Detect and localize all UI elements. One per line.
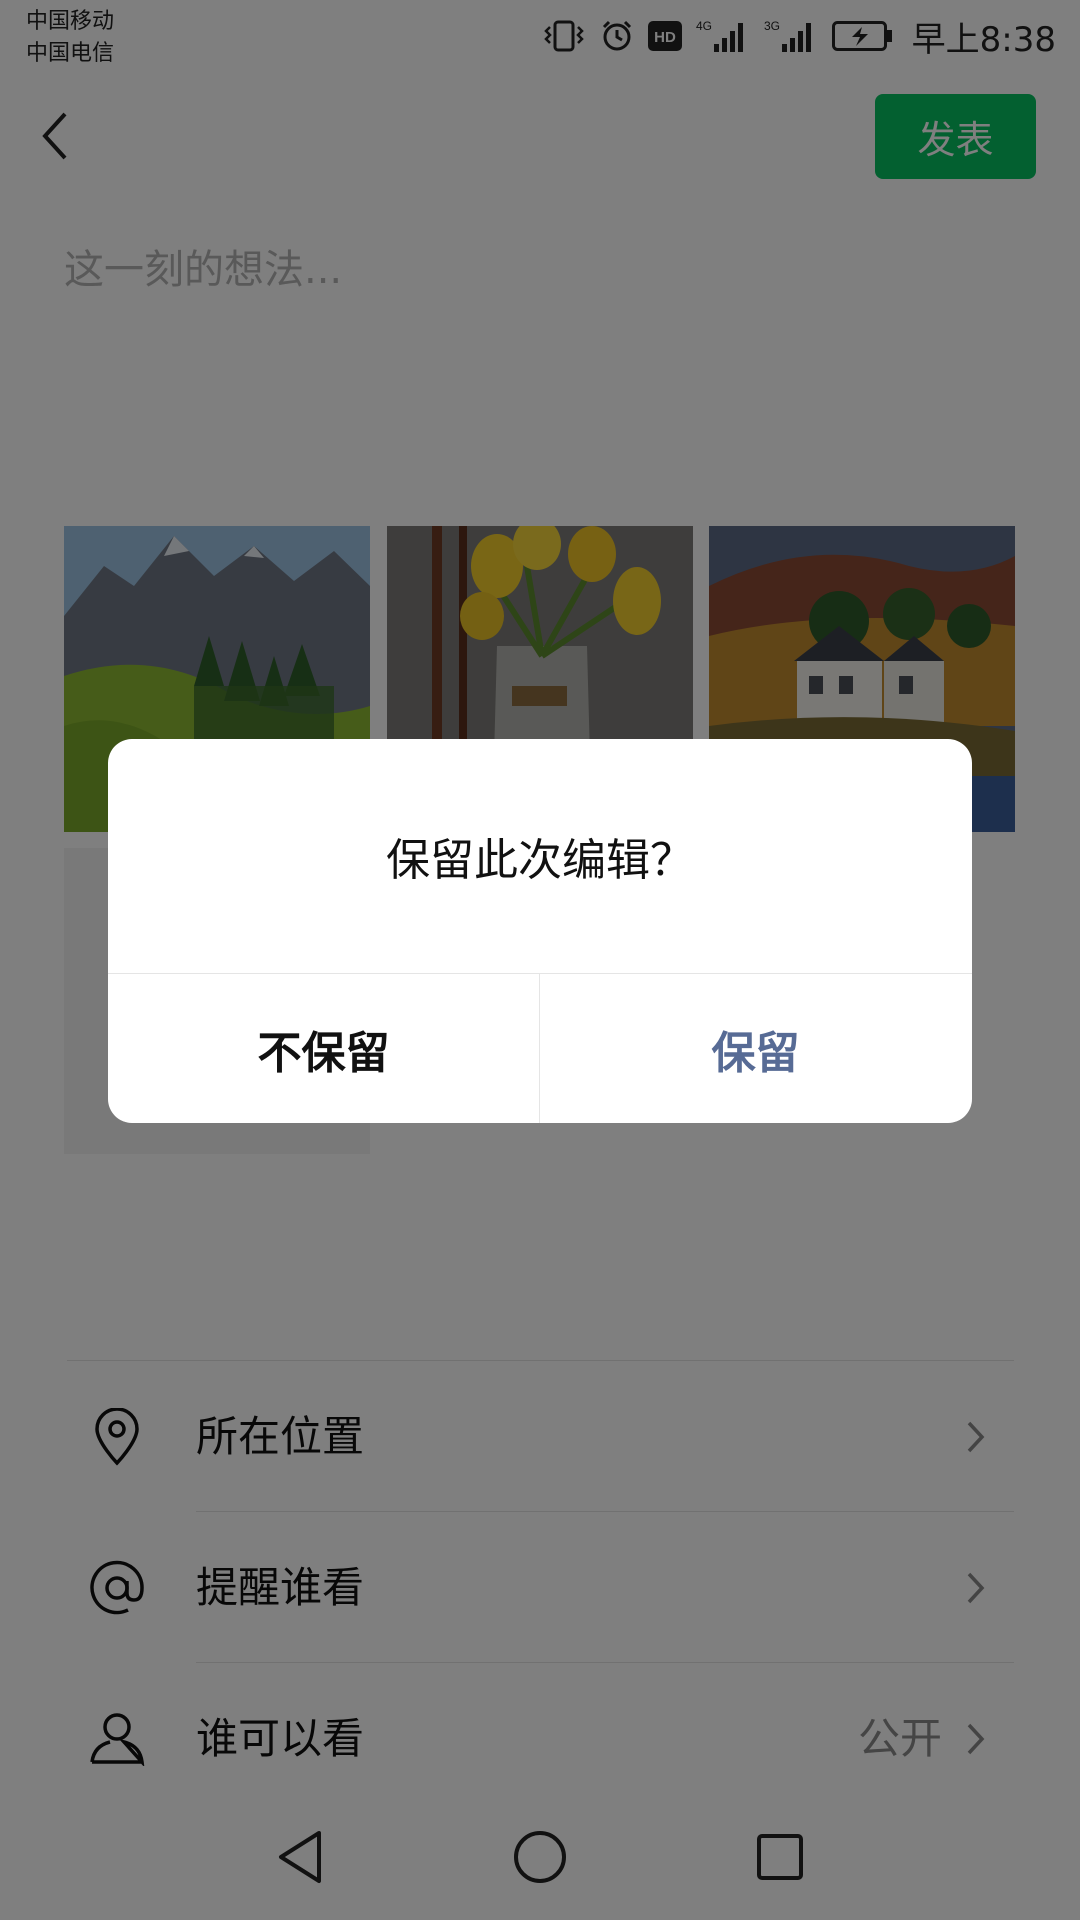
keep-edit-dialog: 保留此次编辑？ 不保留 保留 [108, 739, 972, 1123]
keep-button[interactable]: 保留 [540, 974, 971, 1123]
dialog-message: 保留此次编辑？ [386, 835, 694, 886]
discard-button[interactable]: 不保留 [108, 974, 539, 1123]
